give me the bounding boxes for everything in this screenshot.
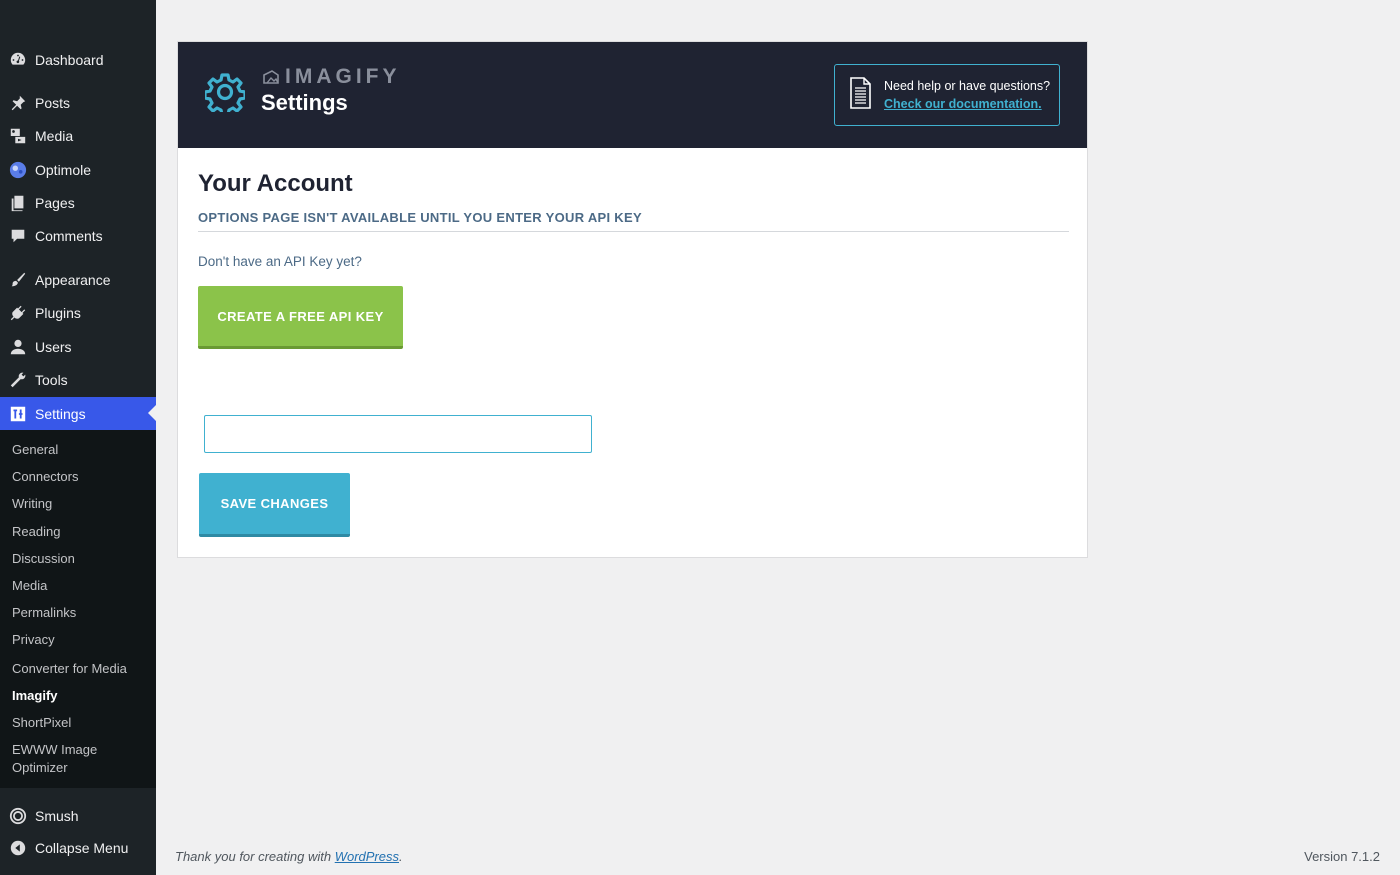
menu-label: Appearance — [35, 271, 111, 288]
menu-comments[interactable]: Comments — [0, 219, 156, 252]
submenu-connectors[interactable]: Connectors — [12, 468, 152, 486]
imagify-logo: IMAGIFY — [262, 65, 401, 88]
menu-label: Media — [35, 127, 74, 144]
document-icon — [850, 77, 871, 109]
help-box: Need help or have questions? Check our d… — [834, 64, 1060, 126]
footer-thanks: Thank you for creating with WordPress. — [175, 849, 403, 864]
settings-icon — [8, 404, 28, 424]
panel-header: IMAGIFY Settings Need help or have quest… — [178, 42, 1087, 148]
submenu-privacy[interactable]: Privacy — [12, 631, 152, 649]
menu-plugins[interactable]: Plugins — [0, 296, 156, 329]
pages-icon — [8, 193, 28, 213]
smush-icon — [8, 806, 28, 826]
menu-smush[interactable]: Smush — [0, 799, 156, 832]
menu-settings[interactable]: Settings — [0, 397, 156, 430]
wrench-icon — [8, 370, 28, 390]
plugin-icon — [8, 303, 28, 323]
settings-submenu: General Connectors Writing Reading Discu… — [0, 430, 156, 788]
menu-label: Plugins — [35, 304, 81, 321]
menu-label: Users — [35, 338, 72, 355]
submenu-permalinks[interactable]: Permalinks — [12, 604, 152, 622]
submenu-imagify[interactable]: Imagify — [12, 687, 152, 705]
menu-dashboard[interactable]: Dashboard — [0, 43, 156, 76]
account-subtitle: OPTIONS PAGE ISN'T AVAILABLE UNTIL YOU E… — [198, 210, 642, 225]
menu-label: Pages — [35, 194, 75, 211]
brand-name: IMAGIFY — [285, 65, 401, 88]
footer-thanks-prefix: Thank you for creating with — [175, 849, 335, 864]
menu-label: Posts — [35, 94, 71, 111]
account-title: Your Account — [198, 170, 353, 197]
user-icon — [8, 337, 28, 357]
menu-optimole[interactable]: Optimole — [0, 153, 156, 186]
documentation-link[interactable]: Check our documentation. — [884, 97, 1042, 111]
menu-label: Dashboard — [35, 51, 104, 68]
submenu-writing[interactable]: Writing — [12, 495, 152, 513]
footer-thanks-suffix: . — [399, 849, 403, 864]
menu-label: Settings — [35, 405, 86, 422]
footer-version: Version 7.1.2 — [1304, 849, 1380, 864]
submenu-discussion[interactable]: Discussion — [12, 550, 152, 568]
submenu-shortpixel[interactable]: ShortPixel — [12, 714, 152, 732]
collapse-icon — [8, 838, 28, 858]
help-question: Need help or have questions? — [884, 79, 1051, 93]
submenu-general[interactable]: General — [12, 441, 152, 459]
menu-label: Smush — [35, 807, 79, 824]
menu-users[interactable]: Users — [0, 330, 156, 363]
comment-icon — [8, 226, 28, 246]
collapse-menu-button[interactable]: Collapse Menu — [0, 831, 156, 864]
menu-label: Tools — [35, 371, 68, 388]
menu-pages[interactable]: Pages — [0, 186, 156, 219]
submenu-ewww[interactable]: EWWW Image Optimizer — [12, 741, 112, 777]
menu-posts[interactable]: Posts — [0, 86, 156, 119]
active-arrow — [148, 405, 156, 421]
save-changes-button[interactable]: SAVE CHANGES — [199, 473, 350, 537]
imagify-settings-panel: IMAGIFY Settings Need help or have quest… — [177, 41, 1088, 558]
create-free-api-key-button[interactable]: CREATE A FREE API KEY — [198, 286, 403, 349]
menu-label: Collapse Menu — [35, 839, 129, 856]
divider — [198, 231, 1069, 232]
menu-label: Comments — [35, 227, 103, 244]
submenu-converter-for-media[interactable]: Converter for Media — [12, 660, 152, 678]
brush-icon — [8, 270, 28, 290]
submenu-media[interactable]: Media — [12, 577, 152, 595]
no-api-key-text: Don't have an API Key yet? — [198, 254, 362, 269]
media-icon — [8, 126, 28, 146]
menu-appearance[interactable]: Appearance — [0, 263, 156, 296]
imagify-logo-icon — [263, 70, 279, 84]
dashboard-icon — [8, 50, 28, 70]
page-title: Settings — [261, 90, 348, 115]
menu-tools[interactable]: Tools — [0, 363, 156, 396]
api-key-input[interactable] — [204, 415, 592, 453]
submenu-reading[interactable]: Reading — [12, 523, 152, 541]
pin-icon — [8, 93, 28, 113]
admin-sidebar: Dashboard Posts Media Optimole Pages Com… — [0, 0, 156, 875]
wordpress-link[interactable]: WordPress — [335, 849, 399, 864]
menu-media[interactable]: Media — [0, 119, 156, 152]
menu-label: Optimole — [35, 161, 92, 178]
optimole-icon — [8, 160, 28, 180]
gear-icon — [205, 73, 245, 112]
